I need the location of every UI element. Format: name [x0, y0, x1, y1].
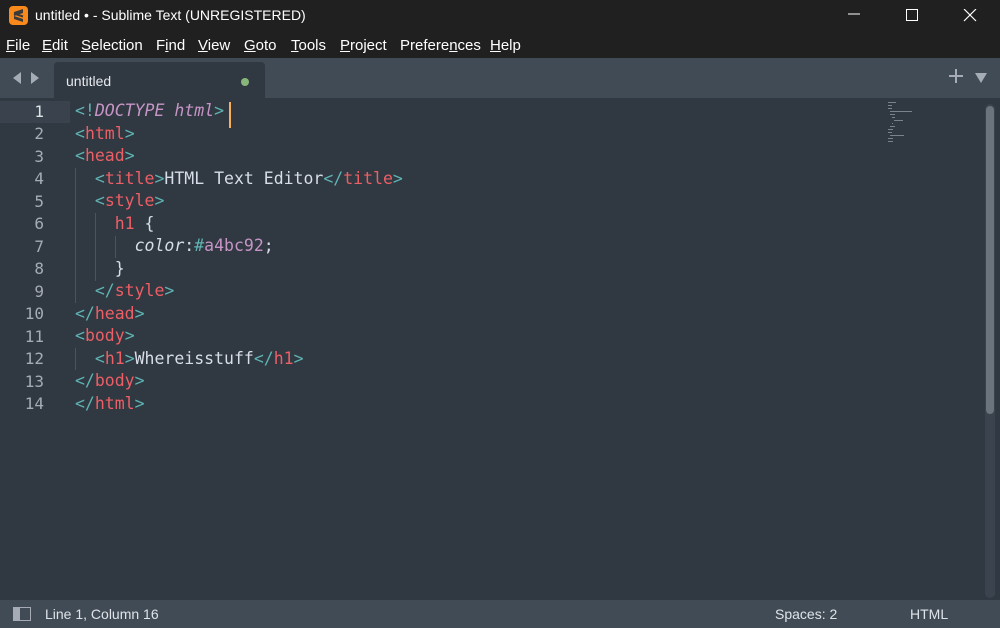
triangle-down-icon[interactable] [974, 72, 988, 84]
code-line-4: <title>HTML Text Editor</title> [94, 169, 403, 188]
editor-area[interactable]: 1 2 3 4 5 6 7 8 9 10 11 12 13 14 <!DOCTY… [0, 98, 1000, 600]
code-line-13: </body> [75, 371, 145, 390]
indent-guide [95, 213, 96, 281]
code-line-6: h1 { [114, 214, 155, 233]
tab-untitled[interactable]: untitled [54, 62, 265, 98]
line-number: 10 [24, 304, 44, 323]
line-number: 8 [34, 259, 44, 278]
code-line-11: <body> [75, 326, 135, 345]
indent-guide [115, 236, 116, 258]
menu-help[interactable]: Help [490, 37, 521, 54]
code-line-7: color:#a4bc92; [134, 236, 274, 255]
sublime-text-logo-icon [9, 6, 28, 25]
code-line-5: <style> [94, 191, 165, 210]
arrow-left-icon[interactable] [11, 71, 23, 85]
code-line-1: <!DOCTYPE html> [75, 101, 225, 120]
line-number: 7 [34, 237, 44, 256]
code-line-9: </style> [94, 281, 175, 300]
scrollbar-thumb[interactable] [986, 106, 994, 414]
menu-file[interactable]: File [6, 37, 30, 54]
plus-icon[interactable] [948, 68, 964, 84]
menu-project[interactable]: Project [340, 37, 387, 54]
status-bar: Line 1, Column 16 Spaces: 2 HTML [0, 600, 1000, 628]
indent-guide [75, 348, 76, 370]
menu-selection[interactable]: Selection [81, 37, 143, 54]
minimize-icon [848, 13, 860, 15]
minimap[interactable] [888, 102, 928, 142]
code-line-8: } [75, 259, 125, 278]
menu-view[interactable]: View [198, 37, 230, 54]
line-number: 3 [34, 147, 44, 166]
indentation-setting[interactable]: Spaces: 2 [775, 606, 837, 622]
minimize-button[interactable] [824, 0, 884, 32]
menu-goto[interactable]: Goto [244, 37, 277, 54]
line-number: 12 [24, 349, 44, 368]
cursor-position[interactable]: Line 1, Column 16 [45, 606, 159, 622]
window-title: untitled • - Sublime Text (UNREGISTERED) [35, 7, 306, 23]
menu-tools[interactable]: Tools [291, 37, 326, 54]
close-icon [963, 9, 977, 22]
line-number: 4 [34, 169, 44, 188]
line-number: 1 [34, 102, 44, 121]
maximize-button[interactable] [882, 0, 942, 32]
close-button[interactable] [940, 0, 1000, 32]
line-number: 14 [24, 394, 44, 413]
indent-guide [75, 168, 76, 303]
line-number: 11 [24, 327, 44, 346]
tab-label: untitled [66, 73, 112, 89]
line-number: 2 [34, 124, 44, 143]
menu-edit[interactable]: Edit [42, 37, 68, 54]
line-number: 13 [24, 372, 44, 391]
menu-bar: File Edit Selection Find View Goto Tools… [0, 32, 1000, 58]
syntax-selector[interactable]: HTML [910, 606, 948, 622]
sidebar-toggle-icon[interactable] [13, 607, 31, 621]
code-line-3: <head> [75, 146, 135, 165]
title-bar: untitled • - Sublime Text (UNREGISTERED) [0, 0, 1000, 32]
code-line-14: </html> [75, 394, 145, 413]
code-line-10: </head> [75, 304, 145, 323]
text-cursor [229, 102, 231, 128]
code-line-2: <html> [75, 124, 135, 143]
maximize-icon [906, 9, 918, 21]
tab-bar: untitled [0, 58, 1000, 98]
line-number: 9 [34, 282, 44, 301]
code-line-12: <h1>Whereisstuff</h1> [94, 349, 304, 368]
menu-find[interactable]: Find [156, 37, 185, 54]
line-number: 6 [34, 214, 44, 233]
line-number: 5 [34, 192, 44, 211]
unsaved-dot-icon[interactable] [241, 78, 249, 86]
line-number-gutter: 1 2 3 4 5 6 7 8 9 10 11 12 13 14 [0, 98, 70, 600]
arrow-right-icon[interactable] [29, 71, 41, 85]
menu-preferences[interactable]: Preferences [400, 37, 481, 54]
